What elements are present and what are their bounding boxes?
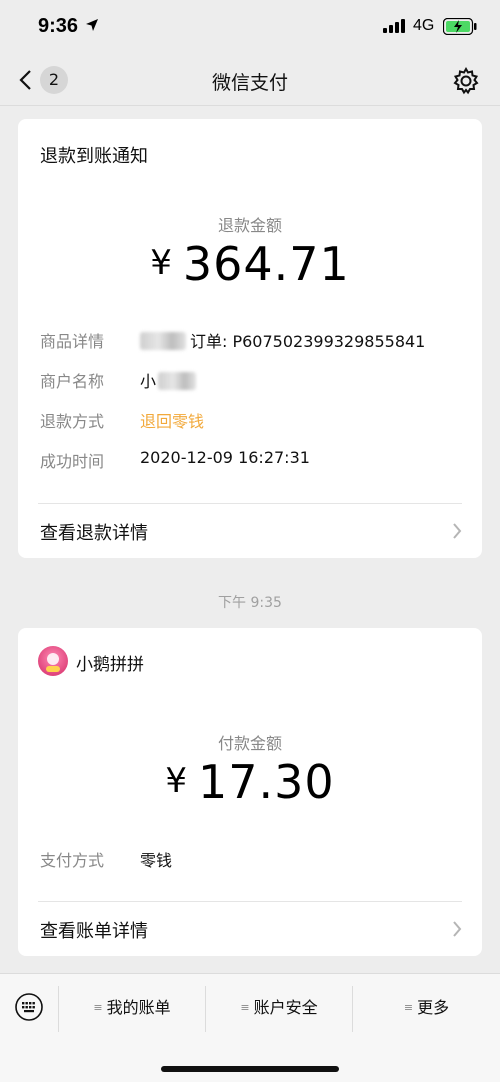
menu-label: 我的账单 — [106, 998, 171, 1017]
page-title: 微信支付 — [211, 72, 288, 94]
refund-amount-value: 364.71 — [182, 237, 350, 291]
merchant-logo — [38, 646, 68, 676]
refund-amount: ¥364.71 — [18, 237, 482, 291]
detail-row-success-time: 成功时间 2020-12-09 16:27:31 — [40, 448, 460, 472]
gear-icon[interactable] — [451, 66, 481, 96]
keyboard-icon[interactable] — [14, 992, 44, 1022]
payment-amount: ¥17.30 — [18, 755, 482, 809]
row-label: 商户名称 — [40, 372, 105, 391]
link-label: 查看退款详情 — [40, 523, 148, 544]
navigation-bar: 2 微信支付 — [0, 54, 500, 106]
menu-more[interactable]: ≡ 更多 — [353, 984, 500, 1032]
detail-row-payment-method: 支付方式 零钱 — [40, 847, 460, 871]
menu-label: 更多 — [417, 998, 450, 1017]
row-value: 小 — [140, 368, 200, 392]
location-arrow-icon — [86, 19, 98, 31]
link-label: 查看账单详情 — [40, 921, 148, 942]
chevron-right-icon — [453, 921, 462, 937]
currency-symbol: ¥ — [165, 761, 188, 801]
row-label: 成功时间 — [40, 452, 105, 471]
message-timestamp: 下午 9:35 — [218, 595, 282, 611]
row-label: 退款方式 — [40, 412, 105, 431]
detail-row-merchant: 商户名称 小 — [40, 368, 460, 392]
menu-lines-icon: ≡ — [403, 1001, 414, 1014]
payment-amount-value: 17.30 — [197, 755, 335, 809]
menu-label: 账户安全 — [253, 998, 318, 1017]
row-value: 订单: P607502399329855841 — [140, 328, 425, 352]
detail-row-refund-method: 退款方式 退回零钱 — [40, 408, 460, 432]
battery-charging-icon — [443, 18, 477, 35]
redacted-text — [140, 332, 186, 350]
merchant-name-value: 小 — [140, 372, 157, 391]
home-indicator — [161, 1066, 339, 1072]
status-bar: 9:36 4G — [0, 0, 500, 54]
merchant-name: 小鹅拼拼 — [76, 655, 144, 675]
menu-lines-icon: ≡ — [240, 1001, 250, 1014]
network-type: 4G — [413, 17, 435, 34]
currency-symbol: ¥ — [150, 243, 173, 283]
view-bill-details-link[interactable]: 查看账单详情 — [18, 902, 482, 956]
redacted-text — [158, 372, 197, 390]
refund-method-value: 退回零钱 — [140, 412, 205, 431]
order-number: 订单: P607502399329855841 — [190, 332, 426, 351]
detail-row-product: 商品详情 订单: P607502399329855841 — [40, 328, 460, 352]
row-label: 支付方式 — [40, 851, 105, 870]
success-time-value: 2020-12-09 16:27:31 — [140, 448, 310, 467]
menu-lines-icon: ≡ — [93, 1001, 103, 1014]
menu-my-bills[interactable]: ≡ 我的账单 — [59, 984, 205, 1032]
card-title: 退款到账通知 — [40, 146, 148, 167]
refund-amount-label: 退款金额 — [217, 216, 282, 235]
view-refund-details-link[interactable]: 查看退款详情 — [18, 504, 482, 558]
menu-account-security[interactable]: ≡ 账户安全 — [206, 984, 352, 1032]
signal-icon — [383, 19, 405, 33]
payment-method-value: 零钱 — [140, 851, 173, 870]
payment-card: 小鹅拼拼 付款金额 ¥17.30 支付方式 零钱 查看账单详情 — [18, 628, 482, 956]
payment-amount-label: 付款金额 — [217, 734, 282, 753]
refund-notification-card: 退款到账通知 退款金额 ¥364.71 商品详情 订单: P6075023993… — [18, 119, 482, 558]
chevron-right-icon — [453, 523, 462, 539]
row-label: 商品详情 — [40, 332, 105, 351]
status-time: 9:36 — [38, 15, 79, 37]
